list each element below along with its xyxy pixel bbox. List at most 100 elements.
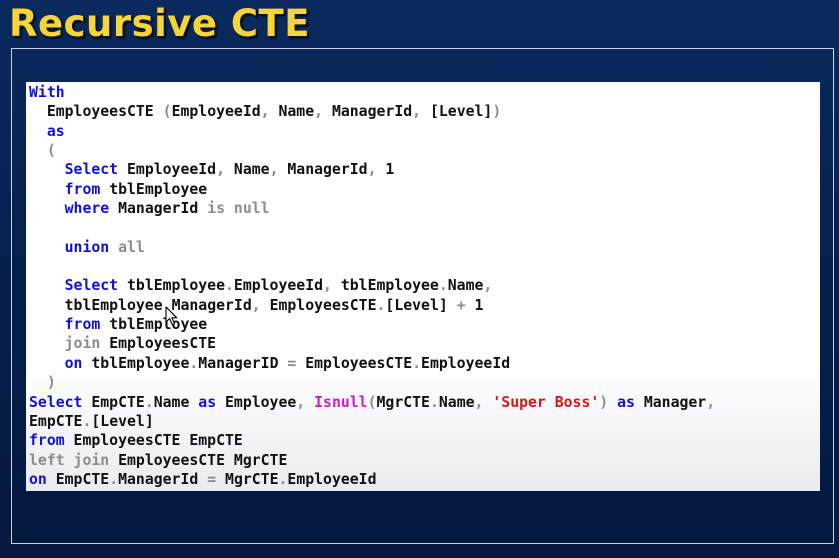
code-token: Name xyxy=(447,277,484,295)
code-token: tblEmployee xyxy=(331,277,439,295)
code-token: Name xyxy=(438,393,475,411)
code-token: + xyxy=(456,296,466,314)
code-token: MgrCTE xyxy=(216,470,279,488)
code-token: all xyxy=(109,238,145,256)
code-token: , xyxy=(706,393,716,411)
code-token: EmployeeId xyxy=(118,161,217,179)
code-token: . xyxy=(429,393,439,411)
code-block: With EmployeesCTE (EmployeeId, Name, Man… xyxy=(26,82,820,491)
code-token: union xyxy=(64,238,110,256)
code-token: . xyxy=(189,354,199,372)
code-token: , xyxy=(260,103,270,121)
code-token: = xyxy=(287,354,297,372)
code-token: 1 xyxy=(376,161,395,179)
code-token: as xyxy=(198,393,217,411)
code-token: EmployeeId xyxy=(421,354,511,372)
code-line: Select EmployeeId, Name, ManagerId, 1 xyxy=(29,160,715,179)
code-token: . xyxy=(144,393,154,411)
code-token: With xyxy=(29,84,65,101)
code-token: ) xyxy=(599,393,609,411)
code-token: [Level] xyxy=(421,103,493,121)
code-token: Employee xyxy=(216,393,297,411)
code-token: where xyxy=(64,200,110,218)
code-token: EmpCTE xyxy=(46,470,110,488)
code-token: ManagerId xyxy=(323,103,413,121)
code-line: as xyxy=(29,122,715,141)
code-token: , xyxy=(483,277,493,295)
code-line: left join EmployeesCTE MgrCTE xyxy=(29,451,715,470)
code-token: ManagerId xyxy=(109,200,208,218)
code-token: Name xyxy=(153,393,199,411)
code-token: . xyxy=(412,354,422,372)
code-line: on tblEmployee.ManagerID = EmployeesCTE.… xyxy=(29,354,715,373)
code-token: EmployeesCTE xyxy=(100,335,217,353)
code-token: tblEmployee xyxy=(29,296,163,314)
code-line: Select EmpCTE.Name as Employee, Isnull(M… xyxy=(29,393,715,412)
code-token: , xyxy=(216,161,226,179)
code-token: tblEmployee xyxy=(100,180,208,198)
code-token: . xyxy=(109,470,119,488)
code-token: is null xyxy=(207,200,270,218)
code-token: 'Super Boss' xyxy=(492,393,600,411)
code-token: EmployeesCTE MgrCTE xyxy=(109,451,288,469)
code-line: ( xyxy=(29,141,715,160)
code-token: tblEmployee xyxy=(100,316,208,334)
sql-code: With EmployeesCTE (EmployeeId, Name, Man… xyxy=(29,83,715,489)
code-token: MgrCTE xyxy=(376,393,430,411)
code-line: With xyxy=(29,83,715,102)
code-token: , xyxy=(296,393,306,411)
code-token: 1 xyxy=(465,296,484,314)
code-token: EmployeeId xyxy=(233,277,324,295)
code-line: from tblEmployee xyxy=(29,180,715,199)
code-line: tblEmployee.ManagerId, EmployeesCTE.[Lev… xyxy=(29,296,715,315)
code-token: , xyxy=(314,103,324,121)
code-line: on EmpCTE.ManagerId = MgrCTE.EmployeeId xyxy=(29,470,715,489)
code-token: = xyxy=(207,470,217,488)
code-token: ManagerID xyxy=(198,354,288,372)
code-token: as xyxy=(46,122,65,140)
code-token: tblEmployee xyxy=(82,354,190,372)
code-line: EmployeesCTE (EmployeeId, Name, ManagerI… xyxy=(29,102,715,121)
code-token: tblEmployee xyxy=(118,277,225,295)
code-token: on xyxy=(64,354,83,372)
code-token: ManagerId xyxy=(118,470,208,488)
code-token: as xyxy=(617,393,635,411)
code-token: EmployeeId xyxy=(171,103,261,121)
code-token: ) xyxy=(492,103,502,121)
code-token: Name xyxy=(225,161,270,179)
code-token: ( xyxy=(46,142,56,160)
code-token: . xyxy=(225,277,234,295)
code-line: where ManagerId is null xyxy=(29,199,715,218)
code-token: ManagerId xyxy=(171,296,252,314)
code-token: . xyxy=(438,277,448,295)
code-token: EmpCTE xyxy=(29,412,83,430)
code-line: ) xyxy=(29,373,715,392)
code-token: , xyxy=(367,161,377,179)
code-token: EmployeeId xyxy=(287,470,377,488)
code-token: Select xyxy=(64,161,119,179)
code-token: EmployeesCTE EmpCTE xyxy=(64,432,243,450)
code-token: , xyxy=(323,277,332,295)
code-token: Manager xyxy=(634,393,707,411)
code-token: EmployeesCTE xyxy=(29,103,163,121)
code-token: EmpCTE xyxy=(82,393,145,411)
code-token: join xyxy=(64,335,101,353)
code-token: , xyxy=(251,296,261,314)
code-token: EmployeesCTE xyxy=(296,354,413,372)
code-token: Select xyxy=(64,277,119,295)
code-token: from xyxy=(29,432,65,450)
code-token: on xyxy=(29,470,47,488)
code-token: Name xyxy=(269,103,315,121)
code-token: EmployeesCTE xyxy=(260,296,377,314)
